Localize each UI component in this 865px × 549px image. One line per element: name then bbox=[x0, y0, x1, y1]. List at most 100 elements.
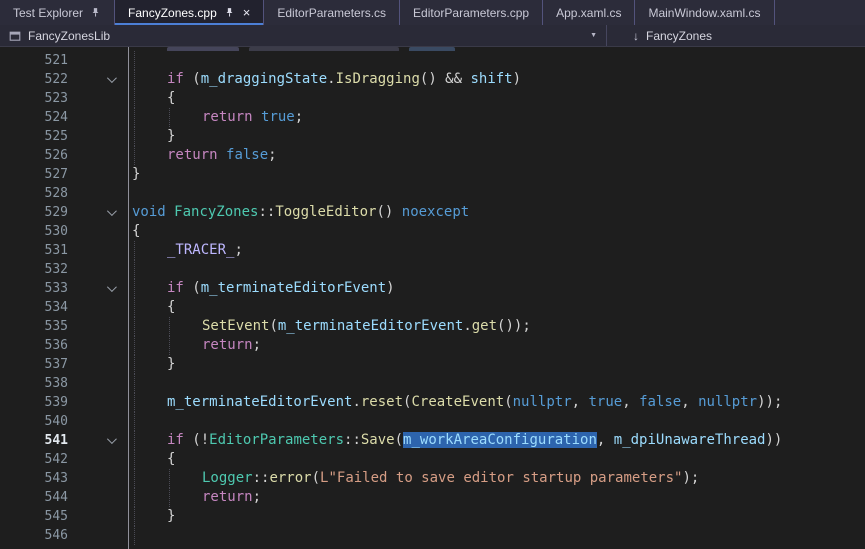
code-line[interactable]: 522 if (m_draggingState.IsDragging() && s… bbox=[0, 70, 865, 89]
close-icon[interactable]: × bbox=[243, 6, 251, 19]
code-text bbox=[122, 412, 865, 431]
line-number[interactable]: 538 bbox=[0, 374, 74, 393]
code-line[interactable]: 532 bbox=[0, 260, 865, 279]
pin-icon[interactable] bbox=[90, 7, 101, 18]
code-line[interactable]: 536return; bbox=[0, 336, 865, 355]
code-line[interactable]: 533if (m_terminateEditorEvent) bbox=[0, 279, 865, 298]
fold-margin bbox=[74, 336, 122, 355]
code-line[interactable]: 525} bbox=[0, 127, 865, 146]
tab-app-xaml-cs[interactable]: App.xaml.cs bbox=[543, 0, 635, 25]
line-number[interactable]: 536 bbox=[0, 336, 74, 355]
code-line[interactable]: 526return false; bbox=[0, 146, 865, 165]
indent-guide bbox=[134, 393, 135, 412]
fold-margin bbox=[74, 222, 122, 241]
line-number[interactable]: 523 bbox=[0, 89, 74, 108]
code-line[interactable]: 546 bbox=[0, 526, 865, 545]
code-line[interactable]: 530{ bbox=[0, 222, 865, 241]
code-text bbox=[122, 184, 865, 203]
code-line[interactable]: 534 { bbox=[0, 298, 865, 317]
code-line[interactable]: 542 { bbox=[0, 450, 865, 469]
code-line[interactable]: 540 bbox=[0, 412, 865, 431]
pin-icon[interactable] bbox=[224, 7, 235, 18]
code-line[interactable]: 523{ bbox=[0, 89, 865, 108]
code-line[interactable]: 545} bbox=[0, 507, 865, 526]
code-text: SetEvent(m_terminateEditorEvent.get()); bbox=[122, 317, 865, 336]
fold-margin bbox=[74, 450, 122, 469]
code-line[interactable]: 543Logger::error(L"Failed to save editor… bbox=[0, 469, 865, 488]
code-text: } bbox=[122, 355, 865, 374]
code-line[interactable]: 529 void FancyZones::ToggleEditor() noexc… bbox=[0, 203, 865, 222]
line-number[interactable]: 522 bbox=[0, 70, 74, 89]
line-number[interactable]: 528 bbox=[0, 184, 74, 203]
code-line[interactable]: 521 bbox=[0, 51, 865, 70]
line-number[interactable]: 539 bbox=[0, 393, 74, 412]
tab-mainwindow-xaml-cs[interactable]: MainWindow.xaml.cs bbox=[635, 0, 774, 25]
line-number[interactable]: 526 bbox=[0, 146, 74, 165]
code-editor[interactable]: 521522 if (m_draggingState.IsDragging() &… bbox=[0, 47, 865, 549]
code-line[interactable]: 538 bbox=[0, 374, 865, 393]
line-number[interactable]: 524 bbox=[0, 108, 74, 127]
fold-margin bbox=[74, 298, 122, 317]
fold-chevron-icon[interactable] bbox=[74, 279, 122, 298]
code-line[interactable]: 527} bbox=[0, 165, 865, 184]
line-number[interactable]: 537 bbox=[0, 355, 74, 374]
line-number[interactable]: 543 bbox=[0, 469, 74, 488]
fold-margin bbox=[74, 146, 122, 165]
code-text: } bbox=[122, 507, 865, 526]
indent-guide bbox=[134, 526, 135, 545]
project-name: FancyZonesLib bbox=[28, 29, 110, 43]
line-number[interactable]: 544 bbox=[0, 488, 74, 507]
line-number[interactable]: 533 bbox=[0, 279, 74, 298]
code-line[interactable]: 539 m_terminateEditorEvent.reset(CreateEv… bbox=[0, 393, 865, 412]
fold-chevron-icon[interactable] bbox=[74, 431, 122, 450]
line-number[interactable]: 527 bbox=[0, 165, 74, 184]
line-number[interactable]: 521 bbox=[0, 51, 74, 70]
project-icon bbox=[9, 30, 21, 42]
code-line[interactable]: 531_TRACER_; bbox=[0, 241, 865, 260]
fold-chevron-icon[interactable] bbox=[74, 70, 122, 89]
indent-guide bbox=[134, 89, 135, 108]
line-number[interactable]: 532 bbox=[0, 260, 74, 279]
member-dropdown[interactable]: ↓ FancyZones bbox=[607, 25, 865, 46]
fold-margin bbox=[74, 469, 122, 488]
selected-text[interactable]: m_workAreaConfiguration bbox=[403, 432, 597, 448]
tab-editorparameters-cpp[interactable]: EditorParameters.cpp bbox=[400, 0, 543, 25]
code-line[interactable]: 544return; bbox=[0, 488, 865, 507]
code-text: if (m_draggingState.IsDragging() && shif… bbox=[122, 70, 865, 89]
indent-guide bbox=[134, 127, 135, 146]
tab-test-explorer[interactable]: Test Explorer bbox=[0, 0, 115, 25]
code-text: m_terminateEditorEvent.reset(CreateEvent… bbox=[122, 393, 865, 412]
line-number[interactable]: 529 bbox=[0, 203, 74, 222]
fold-chevron-icon[interactable] bbox=[74, 203, 122, 222]
indent-guide bbox=[134, 412, 135, 431]
line-number[interactable]: 531 bbox=[0, 241, 74, 260]
code-text: void FancyZones::ToggleEditor() noexcept bbox=[122, 203, 865, 222]
code-line[interactable]: 528 bbox=[0, 184, 865, 203]
indent-guide bbox=[134, 507, 135, 526]
line-number[interactable]: 530 bbox=[0, 222, 74, 241]
line-number[interactable]: 546 bbox=[0, 526, 74, 545]
project-dropdown[interactable]: FancyZonesLib ▼ bbox=[0, 25, 606, 46]
fold-margin bbox=[74, 260, 122, 279]
line-number[interactable]: 535 bbox=[0, 317, 74, 336]
code-text: return true; bbox=[122, 108, 865, 127]
tab-editorparameters-cs[interactable]: EditorParameters.cs bbox=[264, 0, 400, 25]
code-text: if (!EditorParameters::Save(m_workAreaCo… bbox=[122, 431, 865, 450]
line-number[interactable]: 540 bbox=[0, 412, 74, 431]
tab-label: MainWindow.xaml.cs bbox=[648, 6, 760, 20]
line-number[interactable]: 545 bbox=[0, 507, 74, 526]
indent-guide bbox=[134, 355, 135, 374]
fold-margin bbox=[74, 184, 122, 203]
code-line[interactable]: 524 return true; bbox=[0, 108, 865, 127]
code-text: { bbox=[122, 450, 865, 469]
line-number[interactable]: 541 bbox=[0, 431, 74, 450]
code-text: { bbox=[122, 298, 865, 317]
code-line[interactable]: 535 SetEvent(m_terminateEditorEvent.get()… bbox=[0, 317, 865, 336]
member-name: FancyZones bbox=[646, 29, 712, 43]
line-number[interactable]: 542 bbox=[0, 450, 74, 469]
line-number[interactable]: 534 bbox=[0, 298, 74, 317]
line-number[interactable]: 525 bbox=[0, 127, 74, 146]
tab-fancyzones-cpp[interactable]: FancyZones.cpp × bbox=[115, 0, 264, 25]
code-line[interactable]: 541 if (!EditorParameters::Save(m_workAre… bbox=[0, 431, 865, 450]
code-line[interactable]: 537} bbox=[0, 355, 865, 374]
